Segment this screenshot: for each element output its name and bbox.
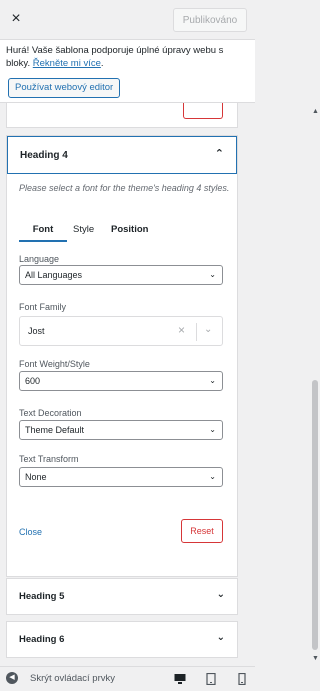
- customizer-footer: ◀ Skrýt ovládací prvky: [0, 666, 255, 691]
- font-weight-select[interactable]: 600 ⌄: [19, 371, 223, 391]
- use-site-editor-button[interactable]: Používat webový editor: [8, 78, 121, 98]
- panel-title: Heading 4: [20, 149, 68, 161]
- desktop-preview-icon[interactable]: [174, 673, 186, 685]
- heading-5-toggle[interactable]: Heading 5 ⌄: [6, 578, 238, 615]
- divider: [196, 323, 197, 341]
- language-label: Language: [19, 254, 60, 264]
- publish-button[interactable]: Publikováno: [173, 8, 247, 32]
- panel-description: Please select a font for the theme's hea…: [19, 183, 230, 193]
- chevron-down-icon: ⌄: [209, 270, 216, 279]
- tab-style[interactable]: Style: [73, 222, 111, 242]
- tab-font[interactable]: Font: [19, 222, 67, 242]
- heading-5-label: Heading 5: [19, 591, 65, 602]
- tab-bar: Font Style Position: [19, 222, 231, 242]
- text-transform-label: Text Transform: [19, 454, 79, 464]
- hide-controls-label: Skrýt ovládací prvky: [30, 672, 115, 684]
- chevron-down-icon: ⌄: [216, 632, 225, 643]
- mobile-preview-icon[interactable]: [236, 673, 248, 685]
- notice-link[interactable]: Řekněte mi více: [33, 58, 101, 69]
- tablet-preview-icon[interactable]: [205, 673, 217, 685]
- language-select[interactable]: All Languages ⌄: [19, 265, 223, 285]
- previous-panel-fragment: [6, 103, 238, 128]
- previous-reset-button[interactable]: [183, 103, 223, 119]
- scrollbar-thumb[interactable]: [312, 380, 318, 650]
- chevron-down-icon: ⌄: [209, 472, 216, 481]
- chevron-down-icon: ⌄: [209, 425, 216, 434]
- tab-position[interactable]: Position: [111, 222, 171, 242]
- customizer-scroll-area: Heading 4 ⌃ Please select a font for the…: [0, 103, 245, 666]
- reset-button[interactable]: Reset: [181, 519, 223, 543]
- clear-icon[interactable]: ×: [178, 323, 185, 337]
- heading-4-toggle[interactable]: Heading 4 ⌃: [7, 136, 237, 174]
- customizer-header: × Publikováno: [0, 0, 255, 40]
- language-value: All Languages: [25, 270, 83, 280]
- close-icon[interactable]: ×: [6, 9, 26, 29]
- chevron-down-icon: ⌄: [209, 376, 216, 385]
- collapse-icon: ◀: [6, 672, 18, 684]
- chevron-up-icon: ⌃: [214, 148, 224, 160]
- text-decoration-select[interactable]: Theme Default ⌄: [19, 420, 223, 440]
- text-decoration-value: Theme Default: [25, 425, 85, 435]
- hide-controls-button[interactable]: ◀ Skrýt ovládací prvky: [6, 672, 115, 684]
- heading-4-panel: Heading 4 ⌃ Please select a font for the…: [6, 135, 238, 577]
- close-link[interactable]: Close: [19, 527, 42, 537]
- font-family-label: Font Family: [19, 302, 67, 312]
- heading-6-toggle[interactable]: Heading 6 ⌄: [6, 621, 238, 658]
- text-transform-select[interactable]: None ⌄: [19, 467, 223, 487]
- chevron-down-icon: ⌄: [216, 589, 225, 600]
- scrollbar[interactable]: ▲ ▼: [310, 103, 320, 666]
- text-decoration-label: Text Decoration: [19, 408, 82, 418]
- notice-link-suffix: .: [100, 58, 104, 69]
- font-family-select[interactable]: Jost × ⌄: [19, 316, 223, 346]
- font-weight-value: 600: [25, 376, 41, 386]
- fse-notice: Hurá! Vaše šablona podporuje úplné úprav…: [0, 40, 255, 103]
- scroll-up-icon[interactable]: ▲: [312, 108, 319, 115]
- heading-6-label: Heading 6: [19, 634, 65, 645]
- text-transform-value: None: [25, 472, 47, 482]
- scroll-down-icon[interactable]: ▼: [312, 655, 319, 662]
- font-weight-label: Font Weight/Style: [19, 359, 90, 369]
- font-family-value: Jost: [28, 326, 45, 336]
- chevron-down-icon[interactable]: ⌄: [204, 324, 212, 335]
